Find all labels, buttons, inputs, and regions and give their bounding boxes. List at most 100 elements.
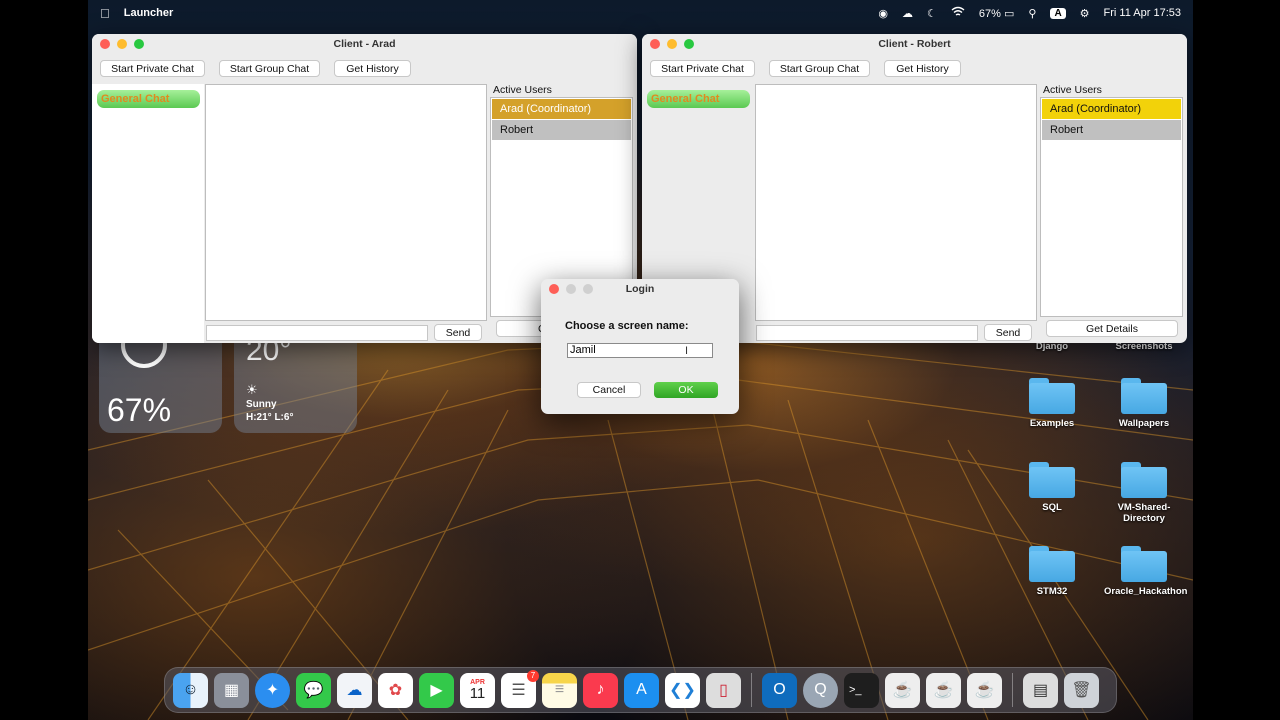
zoom-icon (583, 284, 593, 294)
close-icon[interactable] (100, 39, 110, 49)
send-button[interactable]: Send (984, 324, 1032, 341)
get-details-button[interactable]: Get Details (1046, 320, 1178, 337)
dock-separator (751, 673, 752, 707)
java-app-icon[interactable]: ☕ (967, 672, 1002, 708)
close-icon[interactable] (650, 39, 660, 49)
zoom-icon[interactable] (134, 39, 144, 49)
active-user-coordinator[interactable]: Arad (Coordinator) (1042, 99, 1181, 119)
active-user-coordinator[interactable]: Arad (Coordinator) (492, 99, 631, 119)
desktop-folder-wallpapers[interactable]: Wallpapers (1104, 378, 1184, 429)
screen-name-prompt: Choose a screen name: (565, 320, 689, 332)
window-titlebar[interactable]: Client - Arad (92, 34, 637, 54)
vscode-icon[interactable]: ❮❯ (665, 672, 700, 708)
dialog-titlebar[interactable]: Login (541, 279, 739, 299)
start-private-chat-button[interactable]: Start Private Chat (650, 60, 755, 77)
wifi-icon[interactable] (951, 6, 965, 20)
spotlight-search-icon[interactable]: ⚲ (1028, 7, 1036, 20)
calendar-icon[interactable]: APR 11 (460, 672, 495, 708)
finder-icon[interactable]: ☺ (173, 672, 208, 708)
java-app-icon[interactable]: ☕ (926, 672, 961, 708)
get-history-button[interactable]: Get History (884, 60, 961, 77)
photos-icon[interactable]: ✿ (378, 672, 413, 708)
desktop-icon-label: STM32 (1036, 586, 1068, 597)
chat-messages-area[interactable] (205, 84, 487, 321)
start-group-chat-button[interactable]: Start Group Chat (769, 60, 870, 77)
record-icon[interactable]: ◉ (878, 7, 888, 20)
messages-icon[interactable]: 💬 (296, 672, 331, 708)
chat-messages-area[interactable] (755, 84, 1037, 321)
desktop-icon-label: VM-Shared-Directory (1117, 502, 1171, 524)
folder-icon (1121, 462, 1167, 498)
desktop-folder-examples[interactable]: Examples (1012, 378, 1092, 429)
ok-button[interactable]: OK (654, 382, 718, 398)
dock: ☺ ▦ ✦ 💬 ☁ ✿ ▶ APR 11 ☰ 7 ≡ ♪ A ❮❯ ▯ O Q >… (164, 667, 1117, 713)
java-app-icon[interactable]: ☕ (885, 672, 920, 708)
app-store-icon[interactable]: A (624, 672, 659, 708)
downloads-stack-icon[interactable]: ▤ (1023, 672, 1058, 708)
minimize-icon[interactable] (667, 39, 677, 49)
cancel-button[interactable]: Cancel (577, 382, 641, 398)
reminders-badge: 7 (527, 669, 539, 682)
chat-list-item-general[interactable]: General Chat (97, 90, 200, 108)
weather-hilo: H:21° L:6° (246, 412, 294, 423)
start-group-chat-button[interactable]: Start Group Chat (219, 60, 320, 77)
apple-menu-icon[interactable]:  (100, 6, 110, 21)
dialog-title: Login (625, 283, 655, 295)
traffic-lights (100, 39, 144, 49)
active-user-robert[interactable]: Robert (492, 120, 631, 140)
active-users-label: Active Users (493, 84, 552, 96)
desktop-folder-sql[interactable]: SQL (1012, 462, 1092, 513)
facetime-icon[interactable]: ▶ (419, 672, 454, 708)
input-source-indicator[interactable]: A (1050, 7, 1066, 19)
onedrive-icon[interactable]: ☁ (337, 672, 372, 708)
traffic-lights (650, 39, 694, 49)
minimize-icon[interactable] (117, 39, 127, 49)
folder-icon (1121, 378, 1167, 414)
sun-icon: ☀ (246, 382, 258, 397)
close-icon[interactable] (549, 284, 559, 294)
reminders-icon[interactable]: ☰ 7 (501, 669, 539, 708)
minimize-icon (566, 284, 576, 294)
battery-percent: 67% (978, 7, 1001, 20)
notes-icon[interactable]: ≡ (542, 672, 577, 708)
weather-condition: Sunny (246, 399, 277, 410)
battery-widget-percent: 67% (107, 392, 172, 428)
desktop:  Launcher ◉ ☁ ☾ 67% ▭ ⚲ A ⚙ Fri 11 Apr … (88, 0, 1193, 720)
control-center-icon[interactable]: ⚙ (1080, 7, 1090, 20)
safari-icon[interactable]: ✦ (255, 672, 290, 708)
get-history-button[interactable]: Get History (334, 60, 411, 77)
music-icon[interactable]: ♪ (583, 672, 618, 708)
traffic-lights (549, 284, 593, 294)
window-titlebar[interactable]: Client - Robert (642, 34, 1187, 54)
start-private-chat-button[interactable]: Start Private Chat (100, 60, 205, 77)
desktop-icon-label: Wallpapers (1118, 418, 1170, 429)
quicktime-icon[interactable]: Q (803, 672, 838, 708)
send-button[interactable]: Send (434, 324, 482, 341)
login-dialog: Login Choose a screen name: Jamil I Canc… (541, 279, 739, 414)
chat-list-item-general[interactable]: General Chat (647, 90, 750, 108)
desktop-icon-label: SQL (1042, 502, 1062, 513)
folder-icon (1029, 546, 1075, 582)
focus-moon-icon[interactable]: ☾ (927, 7, 937, 20)
folder-icon (1121, 546, 1167, 582)
zoom-icon[interactable] (684, 39, 694, 49)
chat-list-panel (92, 84, 204, 343)
icloud-icon[interactable]: ☁ (902, 7, 913, 20)
menubar-clock[interactable]: Fri 11 Apr 17:53 (1104, 7, 1181, 19)
active-app-name[interactable]: Launcher (124, 7, 174, 19)
desktop-folder-vm-shared[interactable]: VM-Shared-Directory (1104, 462, 1184, 524)
terminal-icon[interactable]: >_ (844, 672, 879, 708)
launchpad-icon[interactable]: ▦ (214, 672, 249, 708)
outlook-icon[interactable]: O (762, 672, 797, 708)
active-users-label: Active Users (1043, 84, 1102, 96)
iphone-mirroring-icon[interactable]: ▯ (706, 672, 741, 708)
desktop-icon-label: Oracle_Hackathon (1104, 586, 1188, 597)
desktop-folder-oracle-hackathon[interactable]: Oracle_Hackathon (1104, 546, 1188, 597)
desktop-folder-stm32[interactable]: STM32 (1012, 546, 1092, 597)
trash-icon[interactable]: 🗑 (1064, 672, 1099, 708)
screen-name-input[interactable]: Jamil (567, 343, 713, 358)
message-input[interactable] (756, 325, 978, 341)
message-input[interactable] (206, 325, 428, 341)
battery-status[interactable]: 67% ▭ (979, 7, 1015, 20)
active-user-robert[interactable]: Robert (1042, 120, 1181, 140)
